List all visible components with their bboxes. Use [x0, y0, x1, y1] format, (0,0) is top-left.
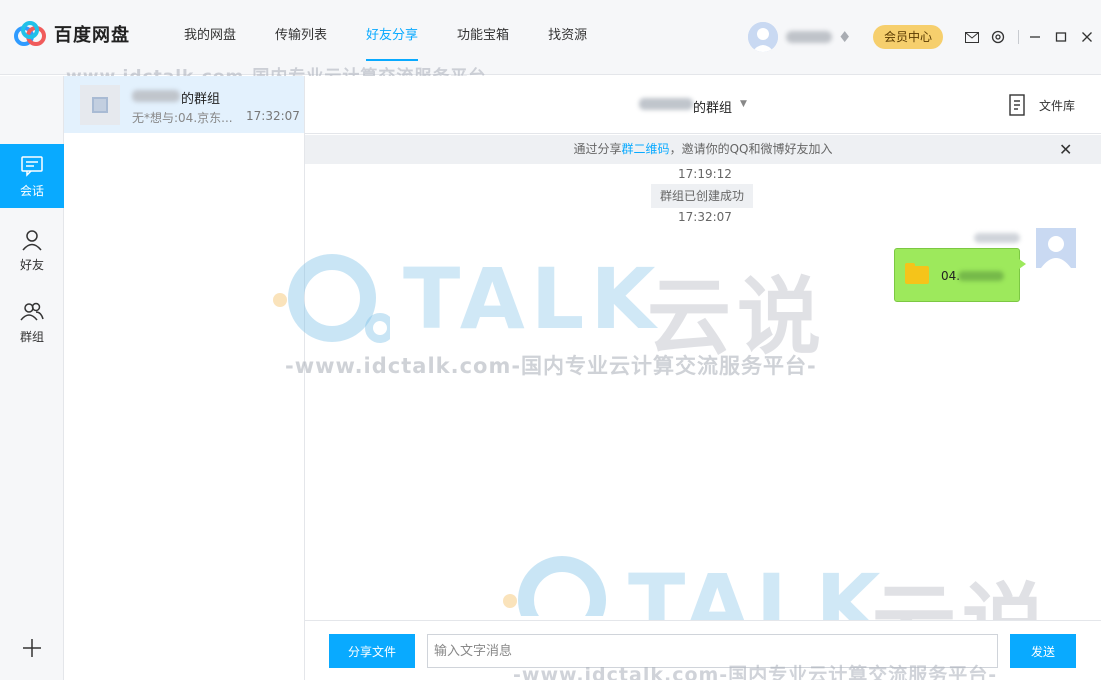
file-message-bubble[interactable]: 04. [894, 248, 1026, 302]
chat-title[interactable]: 的群组 [693, 97, 732, 116]
group-icon [20, 302, 44, 321]
sender-name-blurred [974, 233, 1020, 243]
watermark-logo-icon [503, 556, 606, 616]
close-icon[interactable]: ✕ [1059, 135, 1072, 164]
chat-header: 的群组 ▼ 文件库 [305, 76, 1101, 134]
vip-diamond-icon[interactable]: ♦ [838, 28, 851, 46]
chat-title-blurred [639, 98, 693, 110]
watermark-cn: 云说 [647, 268, 828, 366]
user-silhouette-icon [1036, 228, 1076, 268]
watermark-brand: TALK [403, 250, 662, 348]
close-icon[interactable] [1077, 27, 1097, 47]
chat-panel: 的群组 ▼ 文件库 通过分享群二维码，邀请你的QQ和微博好友加入 ✕ 17:19… [273, 76, 1101, 680]
nav-find-resources[interactable]: 找资源 [548, 0, 587, 75]
maximize-icon[interactable] [1051, 27, 1071, 47]
file-library-button[interactable]: 文件库 [1007, 94, 1075, 116]
minimize-icon[interactable] [1025, 27, 1045, 47]
watermark-text: -www.idctalk.com-国内专业云计算交流服务平台- [285, 354, 817, 378]
file-library-icon [1009, 94, 1025, 116]
avatar[interactable] [1036, 228, 1076, 268]
watermark-logo: TALK 云说 [273, 246, 835, 386]
vip-center-button[interactable]: 会员中心 [873, 25, 943, 49]
brand-name: 百度网盘 [54, 25, 130, 46]
sidebar-item-label: 好友 [19, 258, 44, 272]
group-thumbnail [80, 85, 120, 125]
session-time: 17:32:07 [246, 109, 300, 123]
list-item[interactable]: 的群组 无*想与:04.京东... 17:32:07 [64, 76, 304, 133]
plus-icon[interactable] [20, 636, 44, 660]
system-message: 群组已创建成功 [651, 184, 754, 208]
settings-icon[interactable] [988, 27, 1008, 47]
session-list: 的群组 无*想与:04.京东... 17:32:07 [64, 76, 305, 680]
file-library-label: 文件库 [1039, 98, 1076, 113]
mail-icon[interactable] [962, 27, 982, 47]
message-timestamp: 17:32:07 [678, 210, 732, 224]
chat-icon [21, 156, 43, 177]
share-file-button[interactable]: 分享文件 [329, 634, 415, 668]
user-avatar[interactable] [748, 22, 778, 52]
invite-notice: 通过分享群二维码，邀请你的QQ和微博好友加入 ✕ [305, 135, 1101, 164]
chevron-down-icon[interactable]: ▼ [740, 99, 747, 109]
session-preview: 无*想与:04.京东... [132, 111, 233, 125]
user-area[interactable]: ♦ [748, 22, 851, 52]
sidebar-item-label: 群组 [19, 330, 44, 344]
group-qr-link[interactable]: 群二维码 [622, 142, 670, 156]
baidu-netdisk-logo-icon [14, 21, 46, 46]
app-logo[interactable]: 百度网盘 [14, 21, 130, 47]
friend-icon [22, 230, 42, 251]
notice-text: ，邀请你的QQ和微博好友加入 [669, 142, 833, 156]
message-timestamp: 17:19:12 [678, 167, 732, 181]
sidebar-item-sessions[interactable]: 会话 [0, 144, 64, 208]
folder-icon [905, 263, 929, 284]
send-button[interactable]: 发送 [1010, 634, 1076, 668]
session-name: 的群组 [181, 92, 221, 107]
group-name-blurred [132, 90, 180, 102]
sidebar-item-groups[interactable]: 群组 [0, 290, 64, 354]
sidebar-item-label: 会话 [19, 184, 44, 198]
file-name-blurred [958, 271, 1004, 281]
notice-text: 通过分享 [573, 142, 622, 156]
divider [1018, 30, 1019, 44]
user-silhouette-icon [748, 22, 778, 52]
sidebar-item-friends[interactable]: 好友 [0, 218, 64, 282]
watermark-logo: TALK 云说 [500, 556, 1060, 672]
side-icon-bar: 会话 好友 群组 [0, 76, 64, 680]
watermark-text-bottom: -www.idctalk.com-国内专业云计算交流服务平台- [513, 664, 998, 680]
username-blurred [786, 31, 832, 43]
window-controls [962, 27, 1101, 47]
